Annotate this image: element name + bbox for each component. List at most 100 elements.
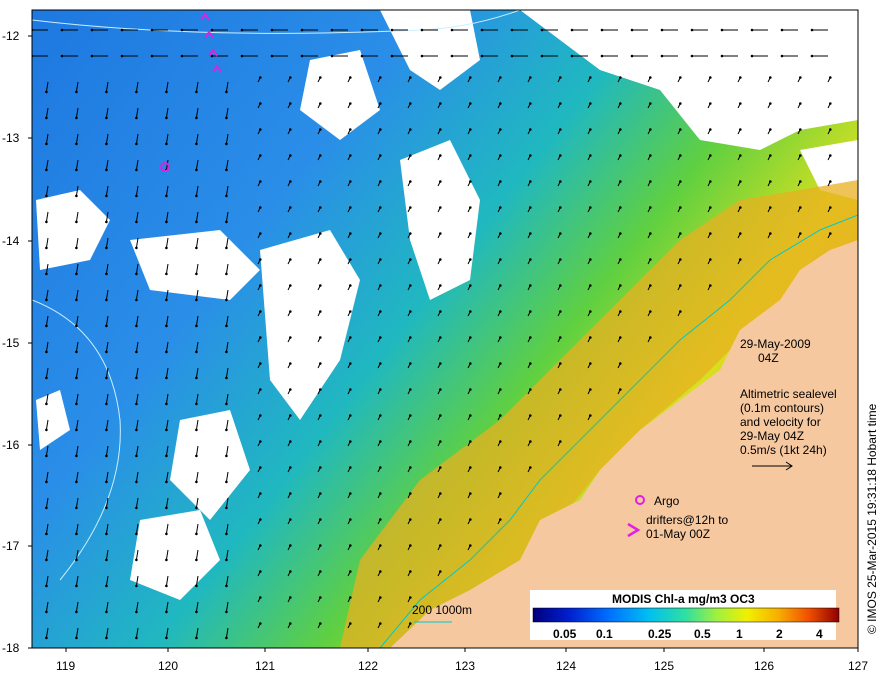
velocity-arrow-head — [289, 154, 292, 157]
velocity-arrow-head — [559, 180, 562, 183]
velocity-arrow-head — [499, 362, 502, 365]
velocity-arrow-head — [225, 194, 228, 198]
velocity-arrow-head — [769, 180, 772, 183]
velocity-arrow-head — [75, 194, 78, 198]
velocity-arrow-head — [409, 492, 412, 495]
velocity-arrow-head — [45, 90, 48, 94]
velocity-arrow-head — [45, 480, 48, 484]
velocity-arrow-head — [270, 28, 274, 32]
velocity-arrow-head — [409, 180, 412, 183]
velocity-arrow-head — [259, 128, 262, 131]
velocity-arrow-head — [165, 428, 168, 432]
velocity-arrow-head — [289, 310, 292, 313]
velocity-arrow-head — [75, 558, 78, 562]
velocity-arrow-head — [559, 232, 562, 235]
velocity-arrow-head — [225, 506, 228, 510]
velocity-arrow-head — [589, 128, 592, 131]
velocity-arrow-head — [409, 544, 412, 547]
velocity-arrow-head — [529, 154, 532, 157]
velocity-arrow-head — [589, 336, 592, 339]
velocity-arrow-head — [165, 142, 168, 146]
velocity-arrow-head — [529, 284, 532, 287]
velocity-arrow-head — [45, 402, 48, 406]
velocity-arrow-head — [165, 610, 168, 614]
velocity-arrow-head — [105, 428, 108, 432]
velocity-arrow-head — [195, 350, 198, 354]
velocity-arrow-head — [225, 584, 228, 588]
velocity-arrow-head — [709, 232, 712, 235]
velocity-arrow-head — [349, 102, 352, 105]
velocity-arrow-head — [180, 54, 184, 58]
velocity-arrow-head — [195, 376, 198, 380]
velocity-arrow-head — [289, 466, 292, 469]
velocity-arrow-head — [409, 518, 412, 521]
velocity-arrow-head — [195, 428, 198, 432]
velocity-arrow-head — [799, 128, 802, 131]
velocity-arrow-head — [75, 142, 78, 146]
velocity-arrow-head — [439, 232, 442, 235]
velocity-arrow-head — [259, 76, 262, 79]
velocity-arrow-head — [289, 544, 292, 547]
velocity-arrow-head — [259, 362, 262, 365]
velocity-arrow-head — [379, 232, 382, 235]
drifter-legend-line2: 01-May 00Z — [646, 527, 710, 541]
velocity-arrow-head — [829, 206, 832, 209]
velocity-arrow-head — [225, 376, 228, 380]
velocity-arrow-head — [45, 350, 48, 354]
velocity-arrow-head — [270, 54, 274, 58]
x-tick-label: 122 — [358, 659, 378, 673]
velocity-arrow-head — [105, 116, 108, 120]
velocity-arrow-head — [720, 28, 724, 32]
velocity-arrow-head — [45, 194, 48, 198]
velocity-arrow-head — [690, 28, 694, 32]
velocity-arrow-head — [225, 246, 228, 250]
velocity-arrow-head — [379, 440, 382, 443]
velocity-arrow-head — [600, 54, 604, 58]
velocity-arrow-head — [619, 310, 622, 313]
velocity-arrow-head — [75, 376, 78, 380]
velocity-arrow-head — [529, 102, 532, 105]
velocity-arrow-head — [829, 128, 832, 131]
velocity-arrow-head — [499, 76, 502, 79]
velocity-arrow-head — [75, 506, 78, 510]
velocity-arrow-head — [45, 246, 48, 250]
velocity-arrow-head — [720, 54, 724, 58]
velocity-arrow-head — [135, 584, 138, 588]
velocity-arrow-head — [105, 194, 108, 198]
velocity-arrow-head — [330, 54, 334, 58]
velocity-arrow-head — [289, 102, 292, 105]
velocity-arrow-head — [319, 544, 322, 547]
velocity-arrow-head — [225, 636, 228, 640]
svg-text:(0.1m contours): (0.1m contours) — [740, 401, 824, 415]
velocity-arrow-head — [439, 284, 442, 287]
velocity-arrow-head — [529, 440, 532, 443]
velocity-arrow-head — [105, 376, 108, 380]
velocity-arrow-head — [195, 246, 198, 250]
velocity-arrow-head — [105, 324, 108, 328]
velocity-arrow-head — [319, 440, 322, 443]
colorbar-ramp — [532, 607, 840, 623]
velocity-arrow-head — [469, 492, 472, 495]
velocity-arrow-head — [559, 336, 562, 339]
velocity-arrow-head — [135, 272, 138, 276]
velocity-arrow-head — [195, 506, 198, 510]
velocity-arrow-head — [349, 622, 352, 625]
velocity-arrow-head — [349, 388, 352, 391]
velocity-arrow-head — [480, 54, 484, 58]
velocity-arrow-head — [105, 454, 108, 458]
velocity-arrow-head — [409, 102, 412, 105]
velocity-arrow-head — [225, 532, 228, 536]
velocity-arrow-head — [75, 584, 78, 588]
velocity-arrow-head — [105, 168, 108, 172]
y-tick-label: -17 — [2, 539, 20, 553]
velocity-arrow-head — [559, 284, 562, 287]
velocity-arrow-head — [289, 232, 292, 235]
x-tick-label: 119 — [56, 659, 75, 673]
velocity-arrow-head — [589, 232, 592, 235]
velocity-arrow-head — [195, 584, 198, 588]
velocity-arrow-head — [559, 258, 562, 261]
velocity-arrow-head — [499, 466, 502, 469]
velocity-arrow-head — [289, 258, 292, 261]
velocity-arrow-head — [45, 376, 48, 380]
velocity-arrow-head — [259, 154, 262, 157]
